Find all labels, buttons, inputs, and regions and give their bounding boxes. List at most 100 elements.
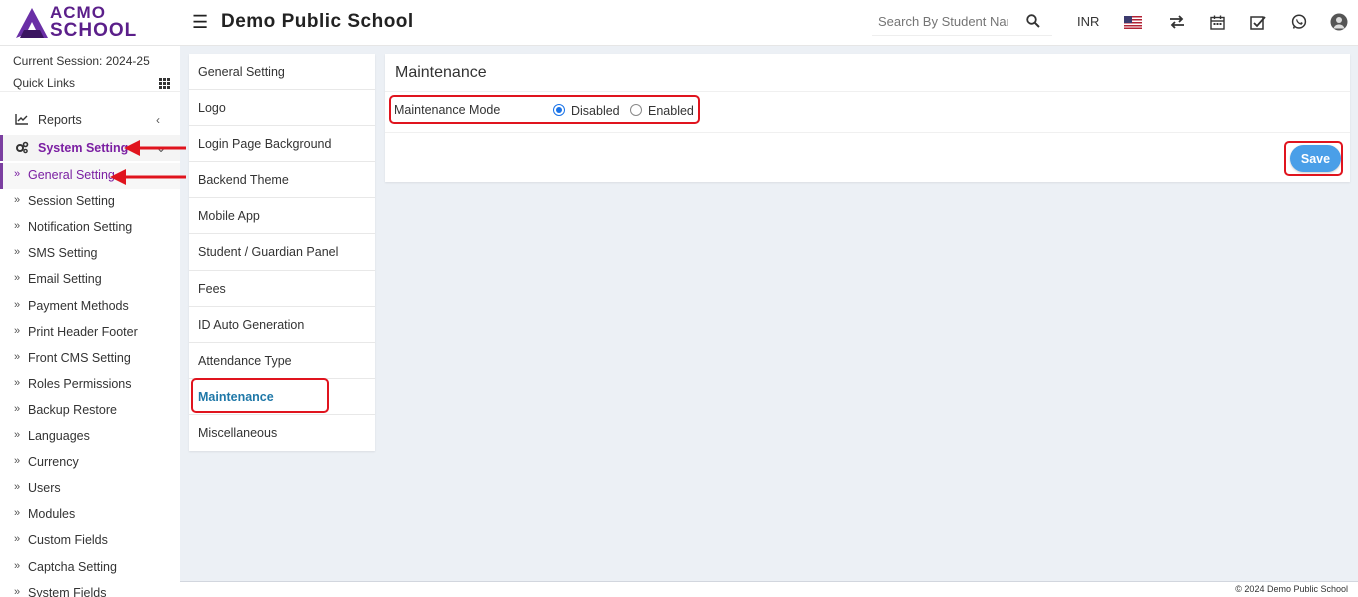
settings-nav-id-auto-generation[interactable]: ID Auto Generation — [189, 307, 375, 343]
user-avatar[interactable] — [1330, 13, 1348, 31]
sidebar-subitem-label: Backup Restore — [28, 402, 117, 417]
sidebar-subitem-label: Modules — [28, 507, 76, 522]
maintenance-mode-label: Maintenance Mode — [394, 103, 501, 117]
sidebar-subitem-custom-fields[interactable]: » Custom Fields — [0, 528, 180, 554]
maintenance-panel: Maintenance Maintenance Mode Disabled En… — [385, 54, 1350, 182]
sidebar-subitem-label: Notification Setting — [28, 220, 133, 235]
student-search-input[interactable] — [878, 14, 1008, 29]
panel-title: Maintenance — [395, 64, 487, 81]
double-chevron-icon: » — [14, 194, 21, 207]
sidebar-subitem-backup-restore[interactable]: » Backup Restore — [0, 398, 180, 424]
sidebar-subitem-system-fields[interactable]: » System Fields — [0, 581, 180, 597]
line-chart-icon — [15, 113, 29, 128]
sidebar-subitem-front-cms-setting[interactable]: » Front CMS Setting — [0, 346, 180, 372]
sidebar-subitem-label: Custom Fields — [28, 533, 108, 548]
form-divider — [385, 132, 1350, 133]
sidebar-subitem-label: Front CMS Setting — [28, 350, 131, 365]
sidebar-subitem-currency[interactable]: » Currency — [0, 450, 180, 476]
title-divider — [385, 91, 1350, 92]
settings-nav-miscellaneous[interactable]: Miscellaneous — [189, 415, 375, 451]
settings-nav-mobile-app[interactable]: Mobile App — [189, 198, 375, 235]
footer: © 2024 Demo Public School — [180, 581, 1358, 597]
sidebar-subitem-label: Roles Permissions — [28, 376, 132, 391]
settings-nav-attendance-type[interactable]: Attendance Type — [189, 343, 375, 379]
currency-selector[interactable]: INR — [1077, 14, 1099, 29]
double-chevron-icon: » — [14, 429, 21, 441]
sidebar-subitem-sms-setting[interactable]: » SMS Setting — [0, 241, 180, 267]
double-chevron-icon: » — [14, 246, 21, 259]
calendar-icon[interactable] — [1208, 13, 1226, 31]
search-box — [872, 8, 1052, 36]
radio-disabled-label[interactable]: Disabled — [571, 104, 620, 118]
sidebar-subitem-label: Languages — [28, 429, 90, 443]
double-chevron-icon: » — [14, 507, 21, 520]
settings-nav-fees[interactable]: Fees — [189, 271, 375, 307]
double-chevron-icon: » — [14, 481, 21, 494]
whatsapp-icon[interactable] — [1290, 13, 1308, 31]
double-chevron-icon: » — [14, 376, 21, 389]
sidebar-subitem-label: SMS Setting — [28, 246, 98, 261]
sidebar-subitem-label: Print Header Footer — [28, 324, 138, 339]
settings-nav-general-setting[interactable]: General Setting — [189, 54, 375, 91]
double-chevron-icon: » — [14, 298, 21, 311]
swap-icon[interactable] — [1168, 13, 1186, 31]
double-chevron-icon: » — [14, 220, 21, 233]
double-chevron-icon: » — [14, 350, 21, 363]
menu-toggle-icon[interactable]: ☰ — [192, 12, 208, 33]
gears-icon — [15, 141, 29, 157]
double-chevron-icon: » — [14, 402, 21, 415]
sidebar-subitem-captcha-setting[interactable]: » Captcha Setting — [0, 555, 180, 581]
search-icon[interactable] — [1026, 14, 1040, 31]
double-chevron-icon: » — [14, 272, 21, 285]
quick-links-label[interactable]: Quick Links — [13, 76, 75, 90]
logo-text-bottom: SCHOOL — [50, 20, 138, 41]
sidebar-subitem-notification-setting[interactable]: » Notification Setting — [0, 215, 180, 241]
double-chevron-icon: » — [14, 559, 21, 572]
double-chevron-icon: » — [14, 533, 21, 546]
sidebar-subitem-roles-permissions[interactable]: » Roles Permissions — [0, 372, 180, 398]
double-chevron-icon: » — [14, 168, 21, 180]
save-button[interactable]: Save — [1290, 145, 1341, 172]
settings-nav: General Setting Logo Login Page Background… — [189, 54, 375, 451]
sidebar-subitem-users[interactable]: » Users — [0, 476, 180, 502]
school-name: Demo Public School — [221, 11, 414, 32]
top-header: ACMO SCHOOL ☰ Demo Public School INR — [0, 0, 1358, 46]
sidebar-item-reports[interactable]: Reports ‹ — [0, 107, 180, 133]
check-square-icon[interactable] — [1249, 13, 1267, 31]
sidebar-item-label: Reports — [38, 113, 82, 127]
double-chevron-icon: » — [14, 585, 21, 597]
sidebar-divider — [0, 91, 180, 92]
settings-nav-backend-theme[interactable]: Backend Theme — [189, 162, 375, 199]
logo[interactable]: ACMO SCHOOL — [14, 4, 164, 42]
flag-us-icon[interactable] — [1124, 13, 1142, 31]
sidebar-subitem-label: Users — [28, 481, 61, 496]
copyright-text: © 2024 Demo Public School — [1235, 584, 1348, 594]
radio-enabled[interactable] — [630, 104, 642, 116]
radio-disabled[interactable] — [553, 104, 565, 116]
chevron-left-icon: ‹ — [156, 113, 160, 127]
settings-nav-logo[interactable]: Logo — [189, 90, 375, 127]
sidebar-subitem-languages[interactable]: » Languages — [0, 424, 180, 450]
grid-icon[interactable] — [159, 77, 170, 92]
sidebar-item-label: System Setting — [38, 141, 129, 155]
sidebar-subitem-label: Payment Methods — [28, 298, 129, 313]
settings-nav-student-guardian-panel[interactable]: Student / Guardian Panel — [189, 234, 375, 271]
sidebar-subitem-label: Email Setting — [28, 272, 102, 287]
sidebar-subitem-label: General Setting — [28, 168, 115, 182]
sidebar: Current Session: 2024-25 Quick Links Rep… — [0, 46, 180, 597]
sidebar-subitem-email-setting[interactable]: » Email Setting — [0, 267, 180, 293]
sidebar-subitem-label: Currency — [28, 455, 79, 470]
sidebar-subitem-session-setting[interactable]: » Session Setting — [0, 189, 180, 215]
radio-enabled-label[interactable]: Enabled — [648, 104, 694, 118]
sidebar-subitem-label: Captcha Setting — [28, 559, 117, 574]
settings-nav-login-page-background[interactable]: Login Page Background — [189, 126, 375, 163]
double-chevron-icon: » — [14, 455, 21, 468]
sidebar-subitem-modules[interactable]: » Modules — [0, 502, 180, 528]
current-session: Current Session: 2024-25 — [13, 54, 150, 68]
sidebar-item-system-setting[interactable]: System Setting ⌄ — [0, 135, 180, 161]
sidebar-subitem-payment-methods[interactable]: » Payment Methods — [0, 294, 180, 320]
settings-nav-maintenance[interactable]: Maintenance — [189, 379, 375, 415]
sidebar-subitem-general-setting[interactable]: » General Setting — [0, 163, 180, 189]
sidebar-subitem-print-header-footer[interactable]: » Print Header Footer — [0, 320, 180, 346]
double-chevron-icon: » — [14, 324, 21, 337]
